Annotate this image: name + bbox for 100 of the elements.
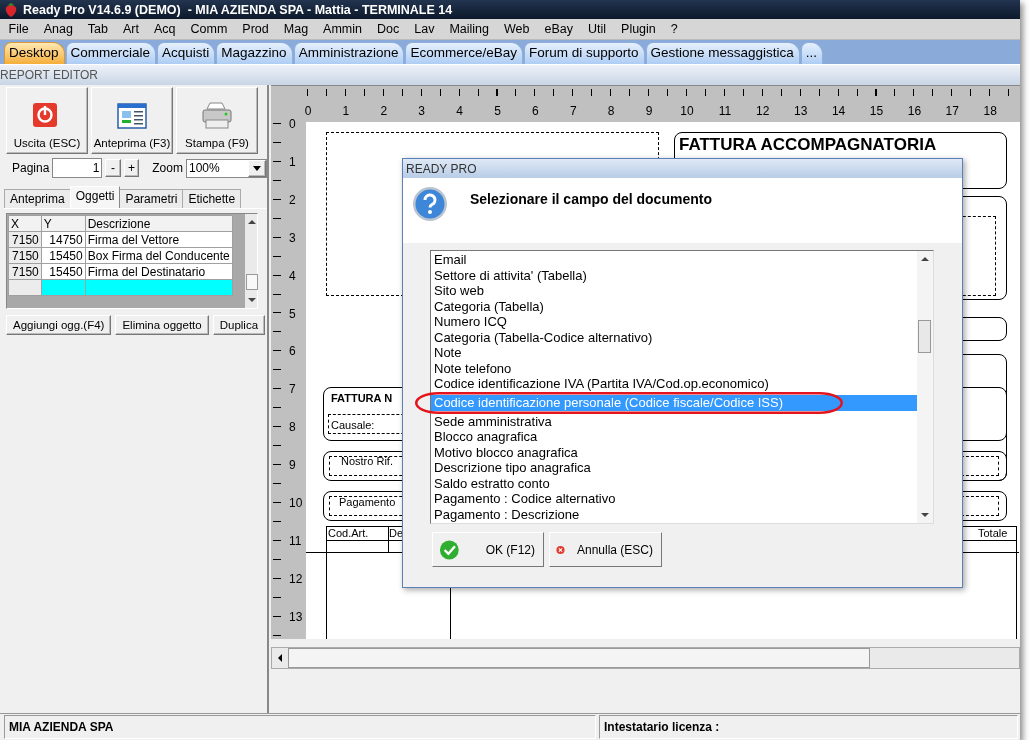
- ruler-number: 11: [289, 533, 302, 548]
- dialog-message: Selezionare il campo del documento: [470, 191, 712, 209]
- ruler-number: 3: [289, 230, 296, 245]
- list-item[interactable]: Pagamento : Codice alternativo: [431, 491, 917, 507]
- menu-item[interactable]: File: [1, 22, 37, 36]
- ruler-number: 12: [756, 104, 770, 118]
- list-item[interactable]: Sito web: [431, 283, 917, 299]
- list-item[interactable]: Settore di attivita' (Tabella): [431, 267, 917, 283]
- menu-item[interactable]: Plugin: [613, 22, 664, 36]
- field-list[interactable]: [430, 250, 934, 524]
- ruler-number: 0: [304, 104, 312, 118]
- list-item[interactable]: Sede amministrativa: [431, 413, 917, 429]
- status-text: MIA AZIENDA SPA: [4, 715, 596, 739]
- tab[interactable]: Etichette: [182, 189, 242, 208]
- menu-item[interactable]: Prod: [234, 22, 277, 36]
- menu-item[interactable]: Lav: [406, 22, 442, 36]
- ruler-number: 16: [907, 104, 922, 118]
- dialog-title: READY PRO: [403, 159, 962, 178]
- tab[interactable]: Oggetti: [69, 186, 121, 208]
- ruler-number: 8: [607, 104, 615, 118]
- checkmark-icon: [439, 538, 460, 561]
- list-item[interactable]: Note telefono: [431, 360, 917, 376]
- ruler-number: 7: [289, 382, 296, 397]
- list-item[interactable]: Saldo estratto conto: [431, 475, 917, 491]
- menu-item[interactable]: Util: [580, 22, 614, 36]
- menu-item[interactable]: eBay: [537, 22, 581, 36]
- ruler-number: 10: [289, 496, 303, 510]
- menu-item[interactable]: Comm: [183, 22, 235, 36]
- menu-item[interactable]: ?: [663, 22, 686, 36]
- document-title: FATTURA ACCOMPAGNATORIA: [679, 135, 937, 155]
- tab[interactable]: Desktop: [4, 42, 65, 64]
- menu-item[interactable]: Mag: [276, 22, 316, 36]
- list-item[interactable]: Motivo blocco anagrafica: [431, 444, 917, 460]
- page-step-button[interactable]: -: [105, 159, 121, 177]
- zoom-dropdown[interactable]: 100%: [185, 158, 267, 178]
- list-item[interactable]: Note: [431, 345, 917, 361]
- list-item[interactable]: Descrizione tipo anagrafica: [431, 460, 917, 476]
- toolbar-button[interactable]: Uscita (ESC): [6, 87, 88, 154]
- toolbar-button[interactable]: Stampa (F9): [176, 87, 258, 154]
- ruler-number: 9: [289, 458, 296, 473]
- ruler-number: 13: [794, 104, 808, 118]
- tab[interactable]: Commerciale: [65, 42, 157, 64]
- cancel-button[interactable]: Annulla (ESC): [549, 532, 662, 567]
- section-title: REPORT EDITOR: [0, 68, 99, 82]
- tab[interactable]: Ecommerce/eBay: [405, 42, 523, 64]
- ruler-number: 1: [289, 154, 296, 169]
- tab[interactable]: Gestione messaggistica: [645, 42, 800, 64]
- object-button[interactable]: Elimina oggetto: [115, 315, 209, 335]
- list-item[interactable]: Categoria (Tabella): [431, 298, 917, 314]
- ruler-number: 5: [289, 306, 296, 321]
- list-item[interactable]: Categoria (Tabella-Codice alternativo): [431, 329, 917, 345]
- object-button[interactable]: Aggiungi ogg.(F4): [6, 315, 112, 335]
- tab[interactable]: Acquisti: [157, 42, 216, 64]
- zoom-label: Zoom: [152, 161, 183, 175]
- ruler-number: 13: [289, 609, 303, 624]
- tab[interactable]: ...: [800, 42, 824, 64]
- column-header: Totale: [978, 527, 1008, 540]
- column-header: Descrizione: [85, 215, 233, 232]
- tab[interactable]: Forum di supporto: [523, 42, 645, 64]
- menu-item[interactable]: Ammin: [315, 22, 370, 36]
- ruler-number: 6: [532, 104, 539, 118]
- tab[interactable]: Magazzino: [216, 42, 293, 64]
- page-label: Pagina: [12, 161, 50, 175]
- scrollbar[interactable]: [917, 251, 933, 523]
- page-step-button[interactable]: +: [123, 159, 140, 177]
- list-item[interactable]: Pagamento : Descrizione: [431, 506, 917, 522]
- list-item[interactable]: Numero ICQ: [431, 314, 917, 330]
- menu-item[interactable]: Acq: [146, 22, 184, 36]
- ruler-number: 10: [680, 104, 694, 118]
- scroll-thumb[interactable]: [288, 648, 870, 668]
- ruler-number: 4: [289, 268, 296, 283]
- menu-item[interactable]: Art: [115, 22, 147, 36]
- ruler-number: 15: [869, 104, 884, 118]
- toolbar-button[interactable]: Anteprima (F3): [91, 87, 173, 154]
- ruler-number: 9: [645, 104, 653, 118]
- ruler-number: 5: [494, 104, 501, 118]
- column-header: De: [389, 527, 404, 540]
- menu-item[interactable]: Doc: [369, 22, 407, 36]
- ruler-number: 14: [831, 104, 846, 118]
- list-item[interactable]: Email: [431, 252, 917, 268]
- menu-item[interactable]: Mailing: [441, 22, 497, 36]
- scrollbar[interactable]: [244, 214, 257, 308]
- tab[interactable]: Amministrazione: [293, 42, 405, 64]
- tab[interactable]: Anteprima: [4, 189, 71, 208]
- ok-button[interactable]: OK (F12): [432, 532, 544, 567]
- ruler-number: 6: [289, 344, 296, 359]
- list-item[interactable]: Blocco anagrafica: [431, 429, 917, 445]
- page-field[interactable]: 1: [52, 158, 103, 178]
- horizontal-scrollbar[interactable]: [271, 647, 1020, 669]
- column-header: Y: [41, 215, 86, 232]
- object-button[interactable]: Duplica: [212, 315, 266, 335]
- field-label: Pagamento: [339, 496, 396, 509]
- strawberry-icon: [4, 2, 18, 17]
- ruler-number: 8: [289, 420, 296, 435]
- list-item[interactable]: Codice identificazione IVA (Partita IVA/Cod.op.economico): [431, 376, 917, 392]
- menu-item[interactable]: Anag: [36, 22, 81, 36]
- tab[interactable]: Parametri: [119, 189, 184, 208]
- ruler-number: 4: [456, 104, 463, 118]
- menu-item[interactable]: Tab: [80, 22, 116, 36]
- menu-item[interactable]: Web: [496, 22, 537, 36]
